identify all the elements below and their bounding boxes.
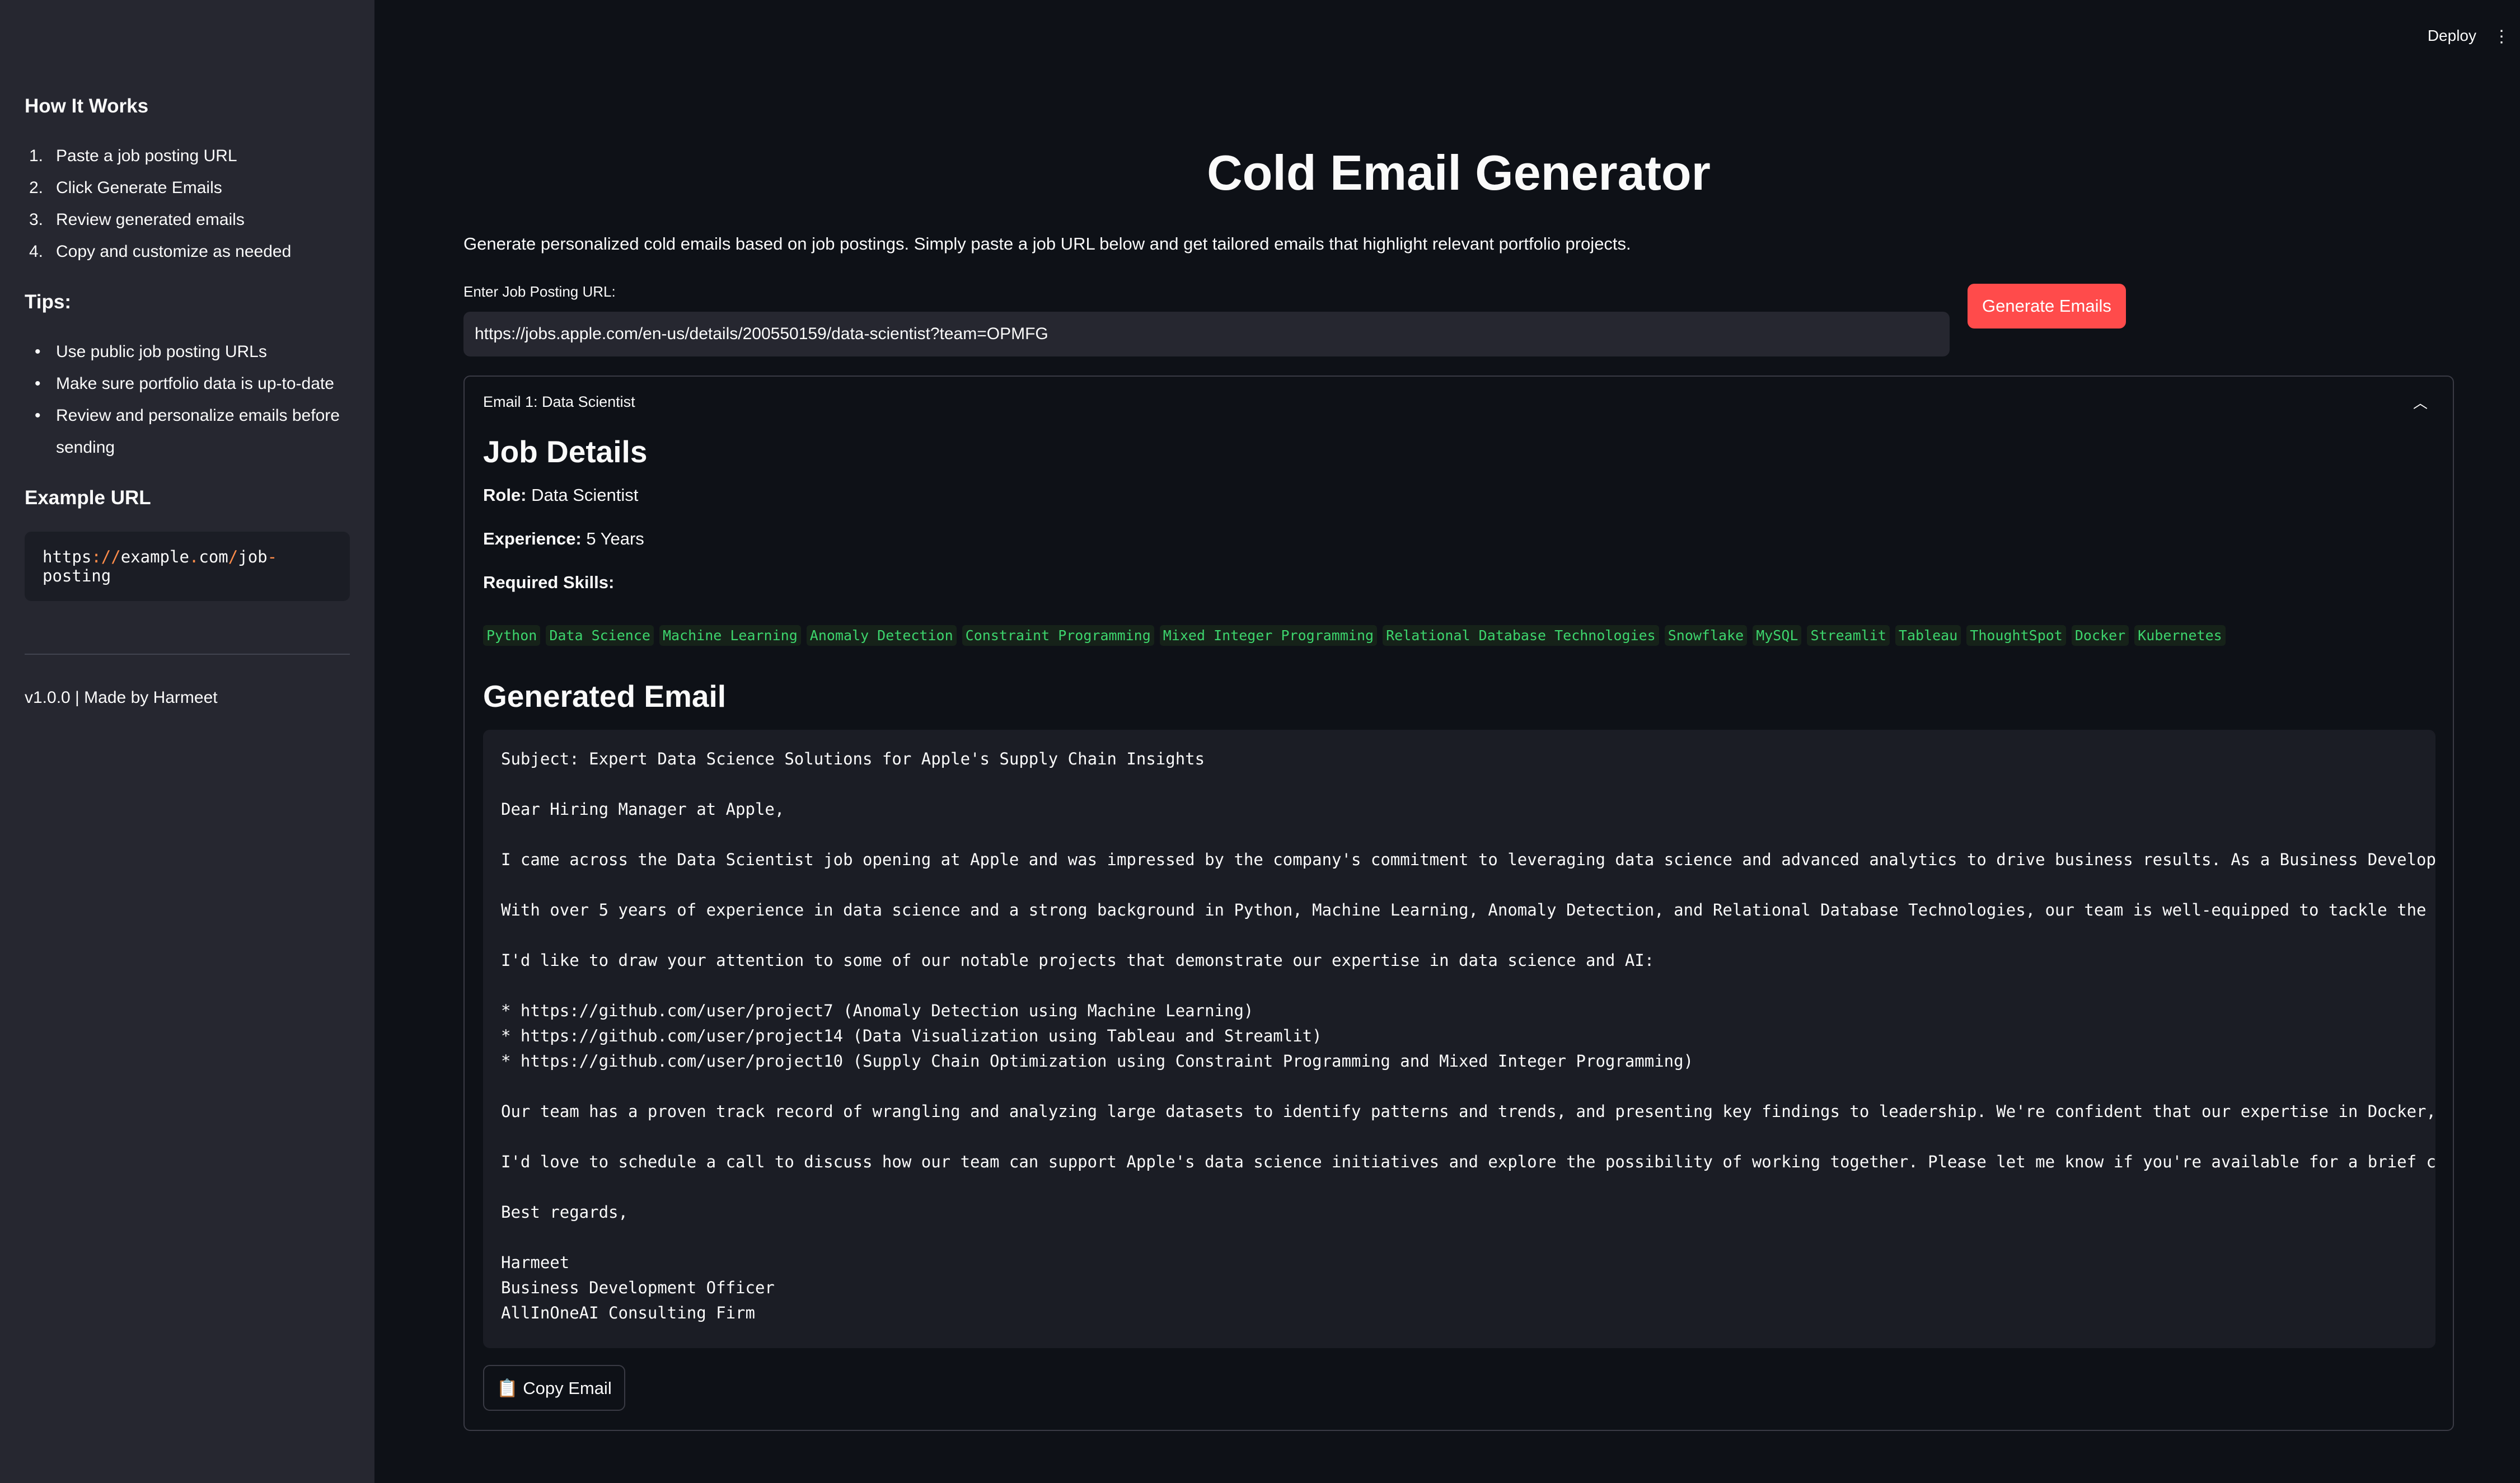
tip-label: Use public job posting URLs: [56, 342, 267, 361]
job-details-heading: Job Details: [483, 434, 648, 469]
skill-tag: Kubernetes: [2134, 625, 2226, 646]
email-line: Dear Hiring Manager at Apple,: [501, 800, 785, 819]
page-description: Generate personalized cold emails based …: [463, 234, 1631, 254]
email-line: Business Development Officer: [501, 1278, 775, 1297]
sidebar: How It Works 1. Paste a job posting URL 2…: [0, 0, 374, 1483]
tips-heading: Tips:: [25, 291, 71, 313]
tip-item: • Use public job posting URLs: [35, 342, 267, 361]
email-line: With over 5 years of experience in data …: [501, 900, 2435, 919]
email-line: [501, 772, 2435, 797]
skill-tag: Machine Learning: [659, 625, 801, 646]
skill-tag: ThoughtSpot: [1966, 625, 2066, 646]
tip-item: • Review and personalize emails before se…: [35, 406, 340, 457]
skills-tags: Python Data Science Machine Learning Ano…: [483, 625, 2434, 646]
email-line: [501, 1175, 2435, 1200]
copy-email-button[interactable]: 📋 Copy Email: [483, 1365, 625, 1411]
generated-email-heading: Generated Email: [483, 679, 727, 714]
email-line: [501, 872, 2435, 898]
steps-list: 1. Paste a job posting URL 2. Click Genera…: [25, 140, 350, 267]
tip-label: Review and personalize emails before sen…: [56, 406, 340, 457]
email-line: * https://github.com/user/project10 (Sup…: [501, 1052, 1694, 1071]
skill-tag: Docker: [2071, 625, 2129, 646]
email-line: [501, 1225, 2435, 1250]
tip-item: • Make sure portfolio data is up-to-date: [35, 374, 334, 393]
url-row: Generate Emails: [463, 284, 2454, 356]
step-item: 2. Click Generate Emails: [29, 179, 222, 197]
sidebar-divider: [25, 654, 350, 655]
job-url-input[interactable]: [463, 312, 1950, 356]
how-it-works-heading: How It Works: [25, 95, 149, 117]
tips-list: • Use public job posting URLs • Make sure …: [25, 336, 350, 463]
skill-tag: Constraint Programming: [962, 625, 1154, 646]
skill-tag: Anomaly Detection: [806, 625, 957, 646]
email-line: * https://github.com/user/project7 (Anom…: [501, 1001, 1254, 1020]
step-label: Click Generate Emails: [56, 179, 222, 197]
email-line: [501, 1074, 2435, 1099]
expander-header[interactable]: Email 1: Data Scientist ︿: [483, 377, 2434, 427]
skill-tag: Relational Database Technologies: [1383, 625, 1659, 646]
tip-label: Make sure portfolio data is up-to-date: [56, 374, 334, 393]
step-item: 1. Paste a job posting URL: [29, 147, 237, 165]
experience-field: Experience: 5 Years: [483, 529, 644, 548]
skill-tag: Streamlit: [1807, 625, 1890, 646]
email-line: [501, 923, 2435, 948]
email-line: I'd like to draw your attention to some …: [501, 951, 1655, 970]
skill-tag: Tableau: [1895, 625, 1961, 646]
expander-title: Email 1: Data Scientist: [483, 393, 635, 410]
step-label: Review generated emails: [56, 210, 245, 229]
email-expander: Email 1: Data Scientist ︿ Job Details Ro…: [463, 376, 2454, 1431]
version-footer: v1.0.0 | Made by Harmeet: [25, 688, 218, 707]
role-field: Role: Data Scientist: [483, 485, 639, 505]
email-line: I'd love to schedule a call to discuss h…: [501, 1152, 2435, 1171]
step-item: 4. Copy and customize as needed: [29, 242, 292, 261]
skill-tag: Python: [483, 625, 541, 646]
skill-tag: Mixed Integer Programming: [1159, 625, 1378, 646]
skills-label: Required Skills:: [483, 572, 615, 592]
email-line: Our team has a proven track record of wr…: [501, 1102, 2435, 1121]
more-menu-icon[interactable]: ⋮: [2493, 27, 2510, 46]
example-url-code: https://example.com/job-posting: [25, 532, 350, 601]
email-line: Harmeet: [501, 1253, 570, 1272]
email-line: * https://github.com/user/project14 (Dat…: [501, 1026, 1322, 1045]
url-input-label: Enter Job Posting URL:: [463, 283, 616, 300]
generate-emails-button[interactable]: Generate Emails: [1968, 284, 2126, 328]
step-label: Copy and customize as needed: [56, 242, 292, 261]
email-line: I came across the Data Scientist job ope…: [501, 850, 2435, 869]
email-line: Best regards,: [501, 1203, 628, 1222]
email-line: [501, 1124, 2435, 1149]
skill-tag: Data Science: [546, 625, 654, 646]
skill-tag: Snowflake: [1664, 625, 1748, 646]
main-content: Cold Email Generator Generate personaliz…: [463, 0, 2454, 1431]
skill-tag: MySQL: [1753, 625, 1802, 646]
generated-email-code-block: Subject: Expert Data Science Solutions f…: [483, 730, 2435, 1348]
page-title: Cold Email Generator: [1207, 145, 1711, 200]
chevron-up-icon: ︿: [2413, 394, 2428, 411]
step-label: Paste a job posting URL: [56, 147, 237, 165]
email-line: AllInOneAI Consulting Firm: [501, 1303, 755, 1322]
email-line: [501, 973, 2435, 998]
email-line: Subject: Expert Data Science Solutions f…: [501, 749, 1205, 768]
app: How It Works 1. Paste a job posting URL 2…: [0, 0, 2520, 1483]
email-line: [501, 822, 2435, 847]
example-url-heading: Example URL: [25, 487, 151, 509]
step-item: 3. Review generated emails: [29, 210, 245, 229]
